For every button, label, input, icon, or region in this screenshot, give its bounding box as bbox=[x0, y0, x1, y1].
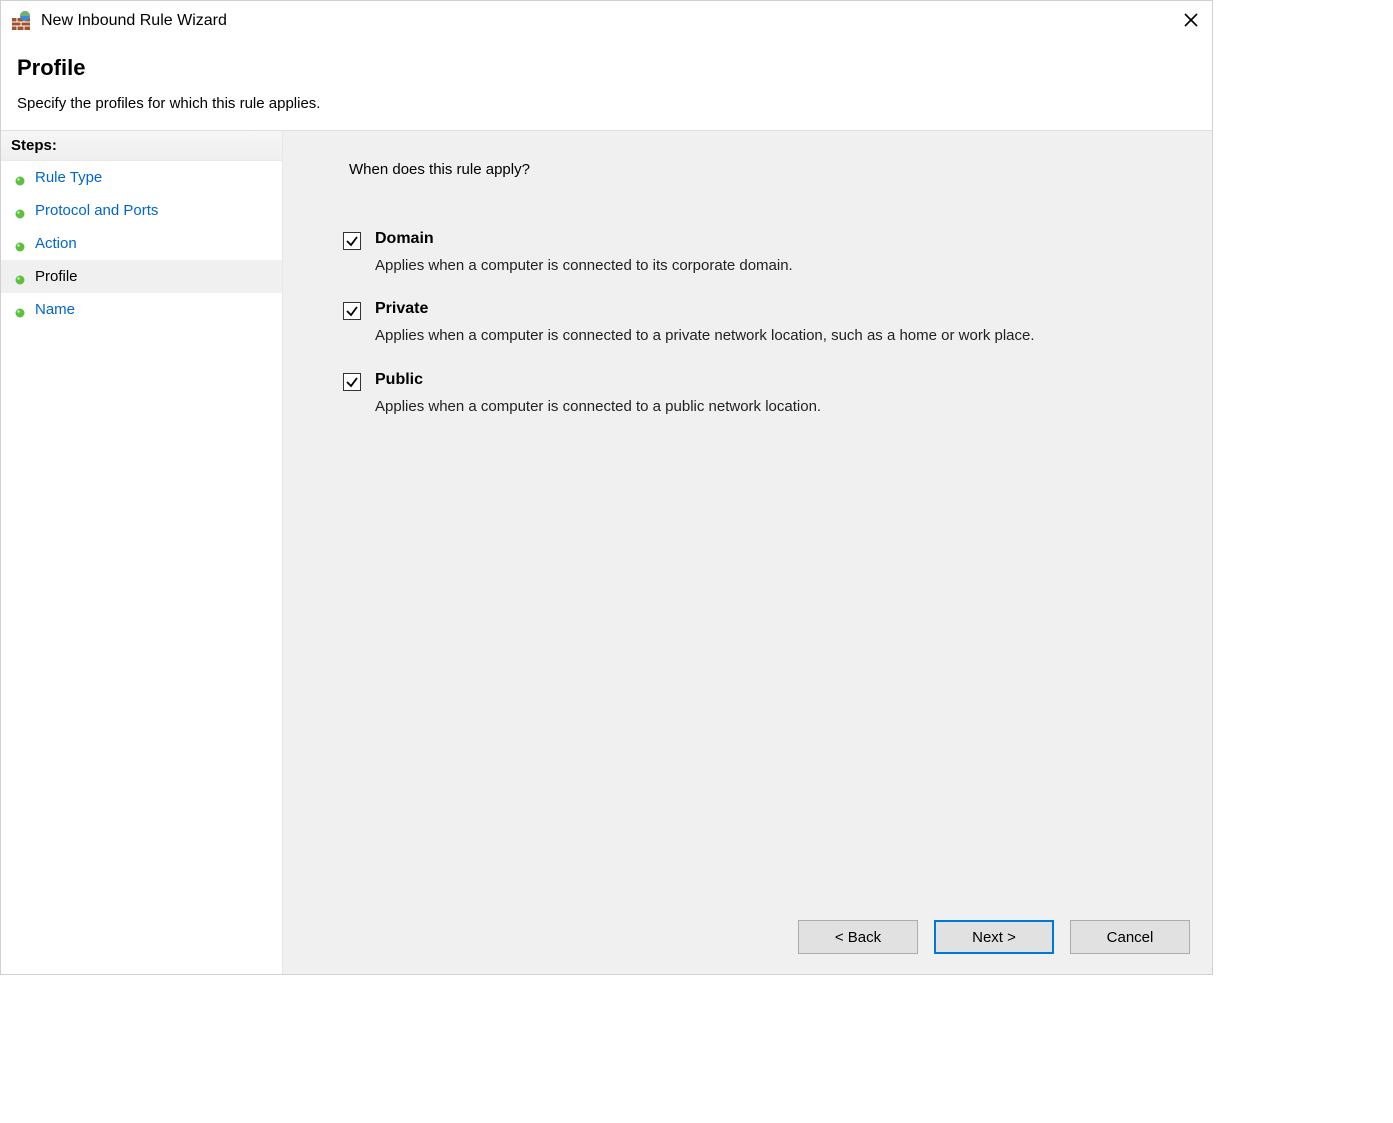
cancel-button[interactable]: Cancel bbox=[1070, 920, 1190, 954]
option-label-public: Public bbox=[375, 371, 1164, 389]
step-label: Protocol and Ports bbox=[35, 202, 158, 219]
step-profile[interactable]: Profile bbox=[1, 260, 282, 293]
option-public: Public Applies when a computer is connec… bbox=[343, 371, 1164, 439]
step-bullet-icon bbox=[15, 173, 25, 183]
step-rule-type[interactable]: Rule Type bbox=[1, 161, 282, 194]
option-body: Private Applies when a computer is conne… bbox=[375, 300, 1164, 368]
step-action[interactable]: Action bbox=[1, 227, 282, 260]
next-button[interactable]: Next > bbox=[934, 920, 1054, 954]
close-icon bbox=[1183, 12, 1199, 28]
step-bullet-icon bbox=[15, 272, 25, 282]
step-bullet-icon bbox=[15, 206, 25, 216]
checkbox-domain[interactable] bbox=[343, 232, 361, 250]
button-row: < Back Next > Cancel bbox=[798, 920, 1190, 954]
checkbox-public[interactable] bbox=[343, 373, 361, 391]
option-desc-domain: Applies when a computer is connected to … bbox=[375, 256, 1075, 276]
firewall-icon bbox=[11, 11, 31, 31]
step-name[interactable]: Name bbox=[1, 293, 282, 326]
body-section: Steps: Rule Type Protocol and Ports Acti… bbox=[1, 131, 1212, 974]
step-label: Action bbox=[35, 235, 77, 252]
option-desc-public: Applies when a computer is connected to … bbox=[375, 397, 1075, 417]
option-label-private: Private bbox=[375, 300, 1164, 318]
back-button[interactable]: < Back bbox=[798, 920, 918, 954]
rule-apply-question: When does this rule apply? bbox=[349, 161, 1164, 178]
step-label: Rule Type bbox=[35, 169, 102, 186]
header-section: Profile Specify the profiles for which t… bbox=[1, 41, 1212, 131]
main-panel: When does this rule apply? Domain Applie… bbox=[283, 131, 1212, 974]
page-title: Profile bbox=[17, 55, 1196, 81]
sidebar: Steps: Rule Type Protocol and Ports Acti… bbox=[1, 131, 283, 974]
step-label: Name bbox=[35, 301, 75, 318]
option-desc-private: Applies when a computer is connected to … bbox=[375, 326, 1075, 346]
option-body: Domain Applies when a computer is connec… bbox=[375, 230, 1164, 298]
window-title: New Inbound Rule Wizard bbox=[41, 12, 227, 30]
steps-header: Steps: bbox=[1, 131, 282, 161]
checkbox-private[interactable] bbox=[343, 302, 361, 320]
option-body: Public Applies when a computer is connec… bbox=[375, 371, 1164, 439]
step-bullet-icon bbox=[15, 239, 25, 249]
step-protocol-and-ports[interactable]: Protocol and Ports bbox=[1, 194, 282, 227]
option-label-domain: Domain bbox=[375, 230, 1164, 248]
titlebar: New Inbound Rule Wizard bbox=[1, 1, 1212, 41]
page-subtitle: Specify the profiles for which this rule… bbox=[17, 95, 1196, 112]
option-private: Private Applies when a computer is conne… bbox=[343, 300, 1164, 368]
close-button[interactable] bbox=[1180, 9, 1202, 31]
wizard-window: New Inbound Rule Wizard Profile Specify … bbox=[0, 0, 1213, 975]
step-label: Profile bbox=[35, 268, 78, 285]
option-domain: Domain Applies when a computer is connec… bbox=[343, 230, 1164, 298]
step-bullet-icon bbox=[15, 305, 25, 315]
